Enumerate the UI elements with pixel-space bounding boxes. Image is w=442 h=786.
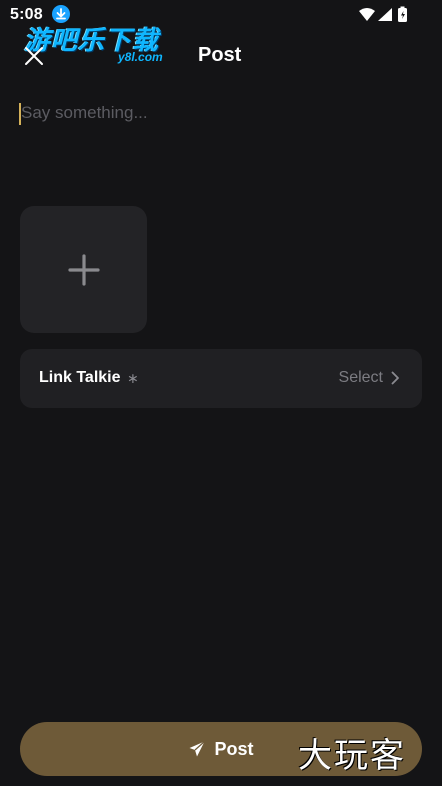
link-talkie-row[interactable]: Link Talkie ∗ Select [20, 349, 422, 408]
status-bar: 5:08 [0, 0, 442, 30]
page-title: Post [198, 44, 242, 66]
send-icon [189, 741, 206, 757]
link-talkie-label: Link Talkie [39, 369, 121, 386]
text-caret [19, 103, 21, 125]
plus-icon [67, 253, 100, 286]
post-text-input[interactable] [20, 100, 421, 193]
download-icon [52, 5, 70, 23]
link-talkie-select[interactable]: Select [339, 369, 383, 387]
bottom-watermark: 大玩客 [298, 736, 406, 776]
close-icon [25, 47, 43, 65]
post-screen: 5:08 游吧乐下载 y8l.com Post Say something...… [0, 0, 442, 786]
close-button[interactable] [18, 40, 50, 72]
add-media-button[interactable] [20, 206, 147, 333]
post-button-content: Post [188, 738, 254, 760]
battery-icon [398, 6, 407, 22]
status-icons [358, 6, 410, 24]
signal-icon [378, 8, 392, 21]
status-time: 5:08 [10, 6, 43, 23]
required-mark: ∗ [127, 370, 139, 386]
wifi-icon [359, 8, 375, 21]
watermark-sub-text: y8l.com [118, 50, 163, 64]
chevron-right-icon [391, 371, 399, 385]
post-button-label: Post [214, 738, 254, 759]
